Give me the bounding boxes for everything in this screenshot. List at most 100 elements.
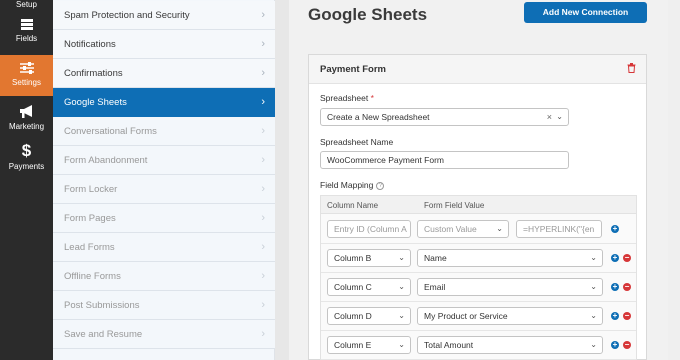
- spreadsheet-name-input[interactable]: WooCommerce Payment Form: [320, 151, 569, 169]
- chevron-right-icon: ›: [261, 212, 265, 224]
- spreadsheet-label-text: Spreadsheet: [320, 93, 369, 103]
- add-new-connection-button[interactable]: Add New Connection: [524, 2, 647, 23]
- chevron-down-icon: ⌄: [590, 311, 597, 320]
- field-mapping-label: Field Mapping?: [320, 180, 385, 190]
- add-row-icon[interactable]: +: [611, 283, 619, 291]
- chevron-down-icon: ⌄: [590, 340, 597, 349]
- settings-submenu: Spam Protection and Security › Notificati…: [53, 0, 275, 360]
- submenu-label: Post Submissions: [64, 300, 140, 311]
- nav-payments[interactable]: $ Payments: [0, 140, 53, 178]
- spreadsheet-select-value: Create a New Spreadsheet: [327, 112, 430, 122]
- clear-icon[interactable]: ×: [547, 109, 552, 125]
- form-field-value-header: Form Field Value: [424, 201, 485, 210]
- main-content: Google Sheets Add New Connection Payment…: [289, 0, 668, 360]
- submenu-google-sheets[interactable]: Google Sheets ›: [53, 88, 275, 117]
- value-select-value: Email: [424, 282, 446, 292]
- submenu-conversational-forms[interactable]: Conversational Forms ›: [53, 117, 275, 146]
- megaphone-icon: [19, 105, 32, 118]
- builder-left-nav: Setup Fields Settings Marketing $ Paymen…: [0, 0, 53, 360]
- nav-settings-label: Settings: [12, 78, 41, 87]
- chevron-right-icon: ›: [261, 328, 265, 340]
- nav-settings[interactable]: Settings: [0, 55, 53, 96]
- nav-fields[interactable]: Fields: [0, 18, 53, 51]
- required-mark: *: [370, 93, 374, 103]
- chevron-down-icon: ⌄: [398, 253, 405, 262]
- fields-icon: [20, 19, 33, 30]
- column-select[interactable]: Column B ⌄: [327, 249, 411, 267]
- mapping-row: Column C ⌄ Email ⌄ + −: [321, 273, 636, 302]
- remove-row-icon[interactable]: −: [623, 312, 631, 320]
- value-select-value: Custom Value: [424, 224, 477, 234]
- value-select[interactable]: My Product or Service ⌄: [417, 307, 603, 325]
- spreadsheet-label: Spreadsheet *: [320, 93, 374, 103]
- remove-row-icon[interactable]: −: [623, 283, 631, 291]
- column-select[interactable]: Column D ⌄: [327, 307, 411, 325]
- submenu-form-abandonment[interactable]: Form Abandonment ›: [53, 146, 275, 175]
- mapping-row: Column E ⌄ Total Amount ⌄ + −: [321, 331, 636, 360]
- chevron-down-icon: ⌄: [398, 340, 405, 349]
- spreadsheet-select[interactable]: Create a New Spreadsheet × ⌄: [320, 108, 569, 126]
- submenu-label: Form Pages: [64, 213, 116, 224]
- chevron-right-icon: ›: [261, 96, 265, 108]
- column-select[interactable]: Entry ID (Column A: [327, 220, 411, 238]
- submenu-offline-forms[interactable]: Offline Forms ›: [53, 262, 275, 291]
- submenu-lead-forms[interactable]: Lead Forms ›: [53, 233, 275, 262]
- add-row-icon[interactable]: +: [611, 341, 619, 349]
- value-select[interactable]: Custom Value ⌄: [417, 220, 509, 238]
- value-select-value: Name: [424, 253, 447, 263]
- nav-setup-label: Setup: [16, 0, 37, 9]
- submenu-label: Confirmations: [64, 68, 123, 79]
- column-name-header: Column Name: [327, 201, 379, 210]
- panel-gutter: [275, 0, 289, 360]
- submenu-form-pages[interactable]: Form Pages ›: [53, 204, 275, 233]
- chevron-down-icon: ⌄: [398, 282, 405, 291]
- value-select[interactable]: Total Amount ⌄: [417, 336, 603, 354]
- add-row-icon[interactable]: +: [611, 254, 619, 262]
- chevron-right-icon: ›: [261, 183, 265, 195]
- chevron-right-icon: ›: [261, 67, 265, 79]
- value-select[interactable]: Email ⌄: [417, 278, 603, 296]
- chevron-right-icon: ›: [261, 241, 265, 253]
- add-row-icon[interactable]: +: [611, 225, 619, 233]
- chevron-down-icon: ⌄: [556, 112, 563, 121]
- submenu-label: Form Abandonment: [64, 155, 148, 166]
- custom-value-input[interactable]: =HYPERLINK("{en: [516, 220, 602, 238]
- mapping-row: Column D ⌄ My Product or Service ⌄ + −: [321, 302, 636, 331]
- column-select[interactable]: Column C ⌄: [327, 278, 411, 296]
- column-select-value: Entry ID (Column A: [334, 224, 407, 234]
- chevron-down-icon: ⌄: [590, 282, 597, 291]
- chevron-right-icon: ›: [261, 270, 265, 282]
- submenu-form-locker[interactable]: Form Locker ›: [53, 175, 275, 204]
- column-select-value: Column C: [334, 282, 372, 292]
- mapping-header: Column Name Form Field Value: [321, 196, 636, 214]
- value-select[interactable]: Name ⌄: [417, 249, 603, 267]
- dollar-icon: $: [21, 141, 32, 160]
- spreadsheet-name-label: Spreadsheet Name: [320, 137, 394, 147]
- submenu-label: Conversational Forms: [64, 126, 157, 137]
- submenu-label: Spam Protection and Security: [64, 10, 190, 21]
- mapping-row: Entry ID (Column A Custom Value ⌄ =HYPER…: [321, 215, 636, 244]
- add-row-icon[interactable]: +: [611, 312, 619, 320]
- column-select-value: Column D: [334, 311, 372, 321]
- submenu-notifications[interactable]: Notifications ›: [53, 30, 275, 59]
- submenu-post-submissions[interactable]: Post Submissions ›: [53, 291, 275, 320]
- trash-icon[interactable]: [627, 63, 636, 73]
- nav-marketing-label: Marketing: [8, 122, 45, 131]
- remove-row-icon[interactable]: −: [623, 341, 631, 349]
- nav-fields-label: Fields: [15, 34, 38, 43]
- submenu-save-and-resume[interactable]: Save and Resume ›: [53, 320, 275, 349]
- sliders-icon: [19, 62, 34, 74]
- field-mapping-text: Field Mapping: [320, 180, 374, 190]
- nav-marketing[interactable]: Marketing: [0, 100, 53, 136]
- chevron-right-icon: ›: [261, 154, 265, 166]
- column-select[interactable]: Column E ⌄: [327, 336, 411, 354]
- chevron-right-icon: ›: [261, 299, 265, 311]
- submenu-label: Form Locker: [64, 184, 118, 195]
- chevron-right-icon: ›: [261, 38, 265, 50]
- remove-row-icon[interactable]: −: [623, 254, 631, 262]
- submenu-confirmations[interactable]: Confirmations ›: [53, 59, 275, 88]
- help-icon[interactable]: ?: [376, 181, 385, 190]
- nav-setup[interactable]: Setup: [0, 0, 53, 12]
- connection-title: Payment Form: [320, 64, 386, 75]
- submenu-spam-protection[interactable]: Spam Protection and Security ›: [53, 1, 275, 30]
